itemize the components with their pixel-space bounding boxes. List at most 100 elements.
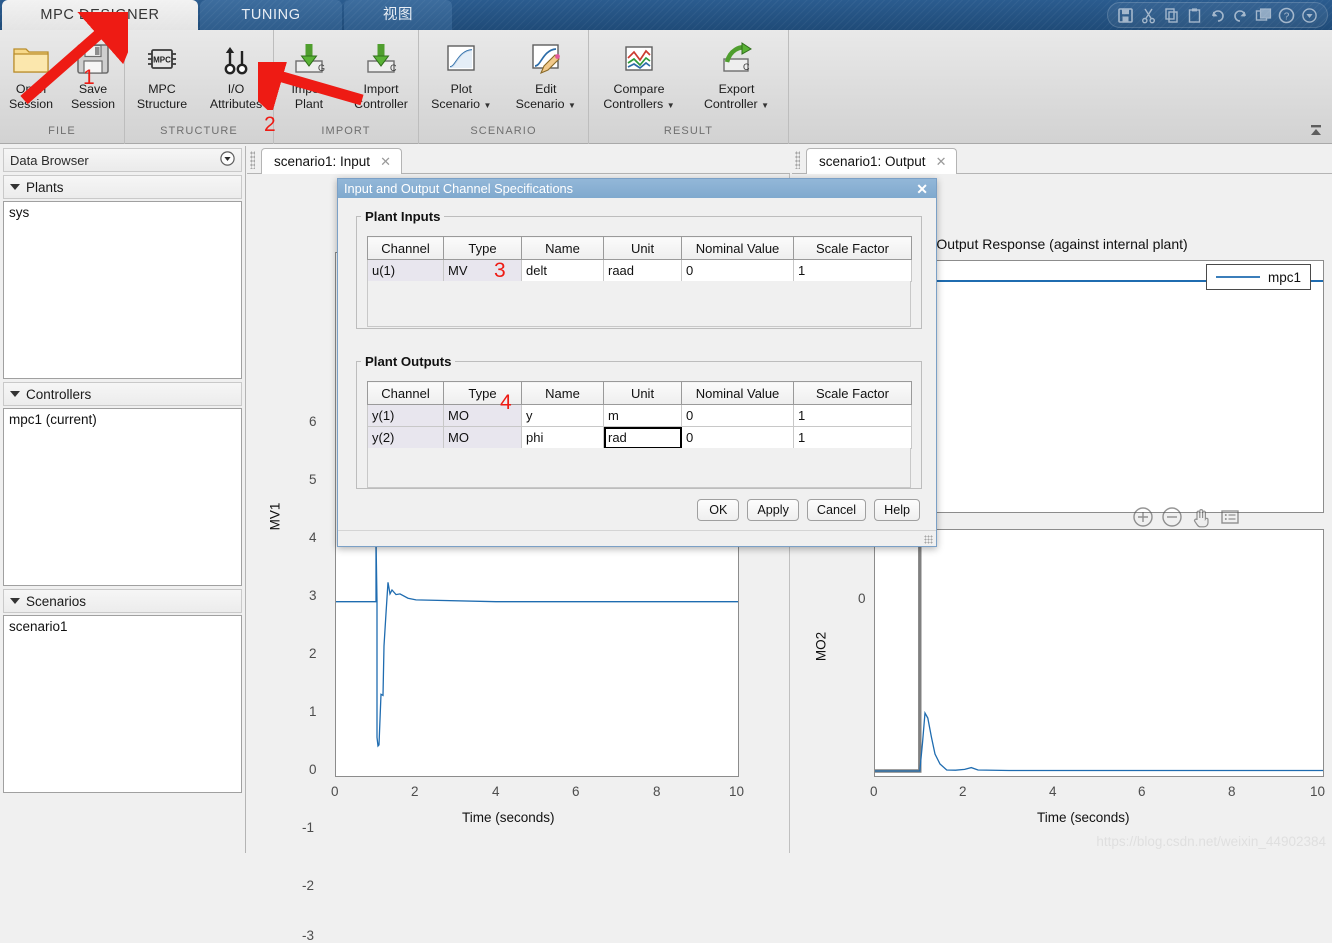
ribbon-tab-tuning[interactable]: TUNING <box>200 0 342 30</box>
close-icon[interactable]: ✕ <box>380 155 391 168</box>
col-channel[interactable]: Channel <box>367 381 444 405</box>
io-channel-specifications-dialog[interactable]: Input and Output Channel Specifications … <box>337 178 937 547</box>
cell-nominal-value[interactable]: 0 <box>681 259 794 282</box>
cell-unit[interactable]: m <box>603 404 682 427</box>
zoom-out-icon[interactable] <box>1161 506 1183 528</box>
col-name[interactable]: Name <box>521 381 604 405</box>
chevron-down-icon[interactable]: ▼ <box>761 101 769 110</box>
mpc-structure-button[interactable]: MPC MPC Structure <box>125 34 199 112</box>
collapse-ribbon-icon[interactable] <box>1306 120 1326 140</box>
plants-list[interactable]: sys <box>3 201 242 379</box>
table-row[interactable]: y(2) MO phi rad 0 1 <box>367 426 912 449</box>
close-icon[interactable]: ✕ <box>936 155 947 168</box>
col-nominal-value[interactable]: Nominal Value <box>681 381 794 405</box>
cell-name[interactable]: phi <box>521 426 604 449</box>
cell-scale-factor[interactable]: 1 <box>793 404 912 427</box>
window-title-bar: MPC DESIGNER TUNING 视图 ? <box>0 0 1332 30</box>
paste-icon[interactable] <box>1184 5 1205 26</box>
cell-unit-editing[interactable]: rad <box>603 426 682 449</box>
cell-nominal-value[interactable]: 0 <box>681 404 794 427</box>
copy-icon[interactable] <box>1161 5 1182 26</box>
dialog-title-bar[interactable]: Input and Output Channel Specifications … <box>338 179 936 198</box>
import-controller-label-1: Import <box>363 82 399 96</box>
ribbon-tab-view[interactable]: 视图 <box>344 0 452 30</box>
cell-type[interactable]: MO <box>443 426 522 449</box>
cell-name[interactable]: delt <box>521 259 604 282</box>
save-icon[interactable] <box>1115 5 1136 26</box>
col-unit[interactable]: Unit <box>603 381 682 405</box>
layout-icon[interactable] <box>1253 5 1274 26</box>
annotation-marker-4: 4 <box>500 391 512 414</box>
close-icon[interactable]: ✕ <box>914 182 930 196</box>
restore-view-icon[interactable] <box>1219 506 1241 528</box>
mo2-plot-area[interactable] <box>874 524 1324 777</box>
cell-channel[interactable]: y(1) <box>367 404 444 427</box>
section-header-plants[interactable]: Plants <box>3 175 242 199</box>
mo2-xtick: 0 <box>870 784 878 799</box>
plant-outputs-legend: Plant Outputs <box>365 354 452 369</box>
list-item[interactable]: sys <box>4 202 241 223</box>
drag-grip-icon[interactable] <box>250 151 255 169</box>
cancel-button[interactable]: Cancel <box>806 499 867 521</box>
compare-controllers-button[interactable]: Compare Controllers ▼ <box>589 34 689 113</box>
import-plant-button[interactable]: G Import Plant <box>274 34 344 112</box>
pan-icon[interactable] <box>1190 506 1212 528</box>
plant-outputs-table[interactable]: Channel Type Name Unit Nominal Value Sca… <box>367 381 912 449</box>
plant-inputs-table[interactable]: Channel Type Name Unit Nominal Value Sca… <box>367 236 912 282</box>
import-controller-button[interactable]: C Import Controller <box>344 34 418 112</box>
io-attributes-button[interactable]: I/O Attributes <box>199 34 273 112</box>
list-item[interactable]: scenario1 <box>4 616 241 637</box>
col-nominal-value[interactable]: Nominal Value <box>681 236 794 260</box>
cell-name[interactable]: y <box>521 404 604 427</box>
ok-button[interactable]: OK <box>697 499 740 521</box>
col-channel[interactable]: Channel <box>367 236 444 260</box>
cell-type[interactable]: MV <box>443 259 522 282</box>
table-row[interactable]: y(1) MO y m 0 1 <box>367 404 912 427</box>
cut-icon[interactable] <box>1138 5 1159 26</box>
help-button[interactable]: Help <box>874 499 920 521</box>
mo1-plot-area[interactable]: mpc1 <box>874 260 1324 513</box>
mv1-ytick: 3 <box>309 588 317 603</box>
plant-inputs-group: Plant Inputs Channel Type Name Unit Nomi… <box>356 209 922 329</box>
edit-scenario-button[interactable]: Edit Scenario ▼ <box>504 34 589 113</box>
apply-button[interactable]: Apply <box>747 499 799 521</box>
open-session-button[interactable]: Open Session <box>0 34 62 112</box>
cell-channel[interactable]: u(1) <box>367 259 444 282</box>
section-header-scenarios[interactable]: Scenarios <box>3 589 242 613</box>
col-unit[interactable]: Unit <box>603 236 682 260</box>
cell-scale-factor[interactable]: 1 <box>793 259 912 282</box>
list-item[interactable]: mpc1 (current) <box>4 409 241 430</box>
chevron-down-icon[interactable]: ▼ <box>483 101 491 110</box>
col-scale-factor[interactable]: Scale Factor <box>793 236 912 260</box>
cell-scale-factor[interactable]: 1 <box>793 426 912 449</box>
zoom-in-icon[interactable] <box>1132 506 1154 528</box>
chevron-down-icon[interactable]: ▼ <box>568 101 576 110</box>
controllers-list[interactable]: mpc1 (current) <box>3 408 242 586</box>
undo-icon[interactable] <box>1207 5 1228 26</box>
document-tab-scenario1-output[interactable]: scenario1: Output ✕ <box>806 148 958 174</box>
col-name[interactable]: Name <box>521 236 604 260</box>
plot-scenario-button[interactable]: Plot Scenario ▼ <box>419 34 504 113</box>
cell-channel[interactable]: y(2) <box>367 426 444 449</box>
scenarios-list[interactable]: scenario1 <box>3 615 242 793</box>
col-type[interactable]: Type <box>443 236 522 260</box>
chevron-down-circle-icon[interactable] <box>220 151 235 169</box>
table-header-row: Channel Type Name Unit Nominal Value Sca… <box>367 236 912 260</box>
export-controller-button[interactable]: C Export Controller ▼ <box>689 34 784 113</box>
help-icon[interactable]: ? <box>1276 5 1297 26</box>
resize-grip-icon[interactable] <box>924 535 933 544</box>
table-row[interactable]: u(1) MV delt raad 0 1 <box>367 259 912 282</box>
mo1-legend[interactable]: mpc1 <box>1205 264 1311 290</box>
drag-grip-icon[interactable] <box>795 151 800 169</box>
cell-nominal-value[interactable]: 0 <box>681 426 794 449</box>
mv1-xtick: 6 <box>572 784 580 799</box>
chevron-down-icon[interactable]: ▼ <box>667 101 675 110</box>
cell-unit[interactable]: raad <box>603 259 682 282</box>
section-header-controllers[interactable]: Controllers <box>3 382 242 406</box>
redo-icon[interactable] <box>1230 5 1251 26</box>
col-scale-factor[interactable]: Scale Factor <box>793 381 912 405</box>
ribbon-tab-mpc-designer[interactable]: MPC DESIGNER <box>2 0 198 30</box>
more-icon[interactable] <box>1299 5 1320 26</box>
import-plant-label-2: Plant <box>294 97 324 111</box>
document-tab-scenario1-input[interactable]: scenario1: Input ✕ <box>261 148 402 174</box>
